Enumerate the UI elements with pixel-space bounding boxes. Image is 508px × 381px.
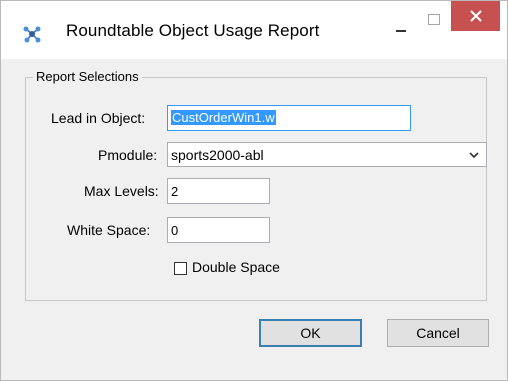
lead-in-object-input[interactable]: CustOrderWin1.w — [167, 105, 411, 131]
ok-button[interactable]: OK — [259, 319, 362, 347]
lead-in-object-label: Lead in Object: — [51, 110, 146, 126]
maximize-button[interactable] — [419, 9, 449, 29]
app-molecule-icon — [21, 24, 43, 44]
pmodule-label: Pmodule: — [98, 147, 158, 163]
maximize-icon — [428, 13, 440, 25]
minimize-icon — [396, 30, 406, 32]
white-space-input[interactable] — [167, 217, 270, 243]
pmodule-select[interactable]: sports2000-abl — [167, 142, 487, 167]
close-button[interactable] — [451, 1, 500, 31]
double-space-label[interactable]: Double Space — [192, 259, 280, 275]
double-space-checkbox[interactable] — [174, 262, 187, 275]
window-title: Roundtable Object Usage Report — [66, 21, 320, 40]
group-legend: Report Selections — [33, 69, 142, 84]
white-space-label: White Space: — [67, 222, 151, 238]
max-levels-label: Max Levels: — [84, 183, 159, 199]
pmodule-value: sports2000-abl — [171, 146, 264, 163]
close-icon — [469, 10, 482, 22]
lead-in-object-value: CustOrderWin1.w — [171, 110, 276, 125]
title-bar[interactable]: Roundtable Object Usage Report — [1, 1, 507, 59]
cancel-button[interactable]: Cancel — [387, 319, 489, 347]
max-levels-input[interactable] — [167, 178, 270, 204]
minimize-button[interactable] — [387, 21, 415, 41]
chevron-down-icon — [469, 152, 479, 159]
dialog-window: Roundtable Object Usage Report Report Se… — [0, 0, 508, 381]
